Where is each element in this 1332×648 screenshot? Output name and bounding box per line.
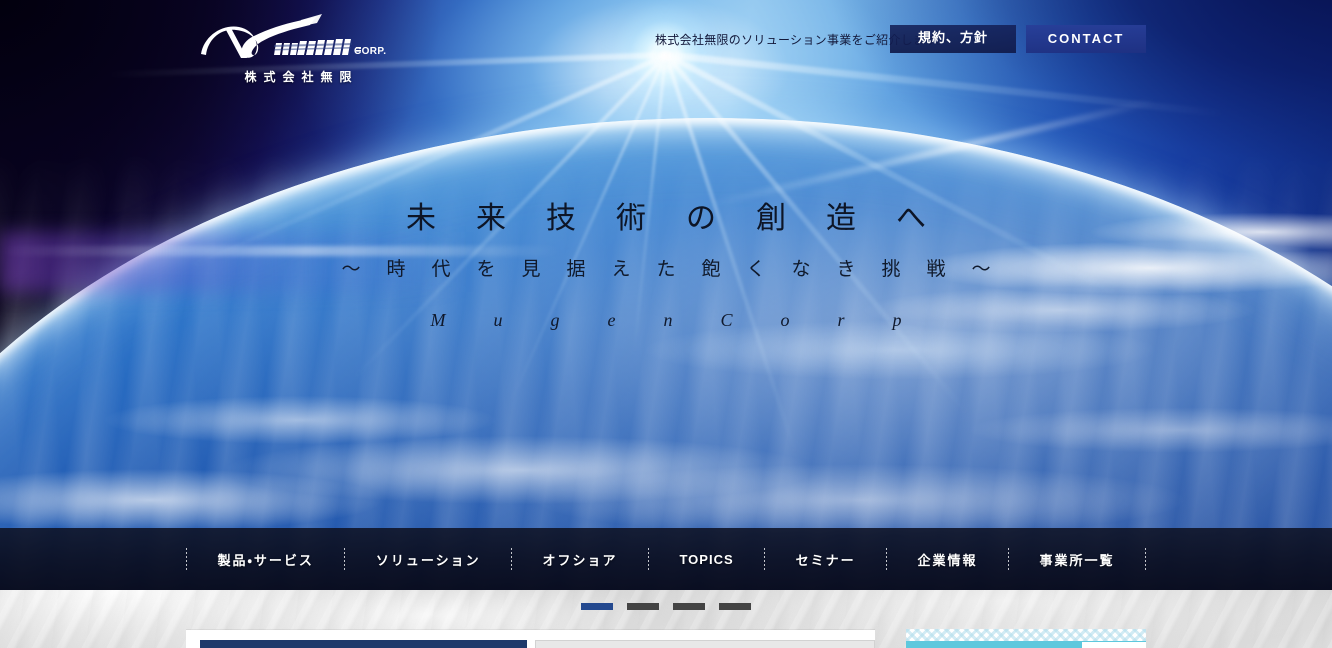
hero-headline: 未来技術の創造へ — [406, 202, 966, 235]
contact-button[interactable]: CONTACT — [1026, 25, 1146, 53]
nav-products-services[interactable]: 製品・サービス — [187, 550, 344, 569]
nav-divider — [1144, 548, 1146, 570]
nav-seminar[interactable]: セミナー — [765, 550, 886, 569]
tab-active[interactable] — [200, 640, 527, 648]
site-logo[interactable]: CORP. 株式会社無限 — [198, 14, 398, 85]
nav-solutions[interactable]: ソリューション — [345, 550, 511, 569]
card-right-chip — [1082, 642, 1146, 648]
slider-dot-2[interactable] — [627, 603, 659, 610]
hero-subheadline: 〜時代を見据えた飽くなき挑戦〜 — [341, 259, 1017, 280]
nav-items-container: 製品・サービス ソリューション オフショア TOPICS セミナー 企業情報 事… — [186, 528, 1146, 590]
slider-pagination — [0, 603, 1332, 610]
slider-dot-1[interactable] — [581, 603, 613, 610]
main-navigation: 製品・サービス ソリューション オフショア TOPICS セミナー 企業情報 事… — [0, 528, 1332, 590]
card-right-pattern-header — [906, 629, 1146, 641]
content-card-right — [906, 629, 1146, 648]
nav-topics[interactable]: TOPICS — [649, 552, 764, 567]
nav-company-info[interactable]: 企業情報 — [887, 550, 1008, 569]
nav-offshore[interactable]: オフショア — [512, 550, 648, 569]
hero-latin-name: MugenCorp — [430, 310, 950, 330]
logo-company-name: 株式会社無限 — [244, 70, 359, 84]
slider-dot-3[interactable] — [673, 603, 705, 610]
site-header: CORP. 株式会社無限 株式会社無限のソリューション事業をご紹介します。 規約… — [0, 0, 1332, 100]
content-card-left — [186, 630, 875, 648]
policy-button[interactable]: 規約、方針 — [890, 25, 1016, 53]
hero-copy: 未来技術の創造へ 〜時代を見据えた飽くなき挑戦〜 MugenCorp — [0, 196, 1332, 340]
svg-text:CORP.: CORP. — [354, 46, 386, 57]
page-root: 未来技術の創造へ 〜時代を見据えた飽くなき挑戦〜 MugenCorp CORP.… — [0, 0, 1332, 648]
tab-inactive[interactable] — [535, 640, 875, 648]
slider-dot-4[interactable] — [719, 603, 751, 610]
logo-mark-icon: CORP. — [198, 14, 392, 60]
nav-office-list[interactable]: 事業所一覧 — [1009, 550, 1145, 569]
